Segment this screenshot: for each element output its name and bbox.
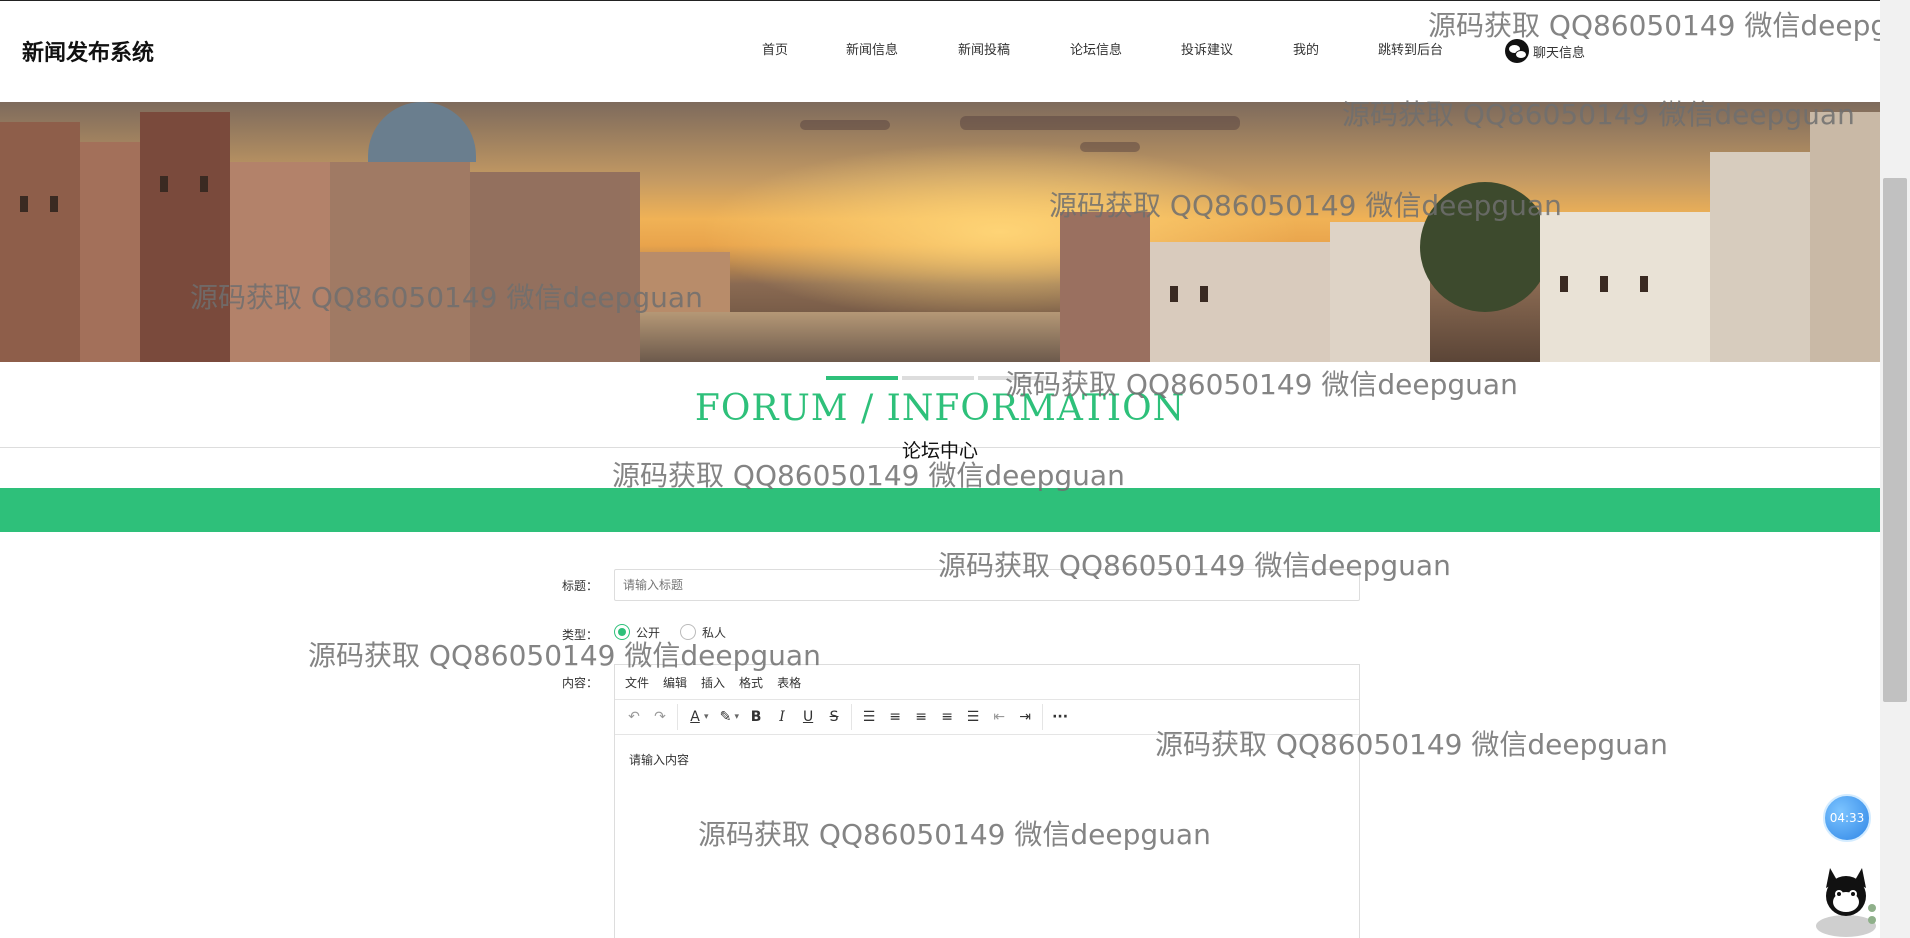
page: 新闻发布系统 首页 新闻信息 新闻投稿 论坛信息 投诉建议 我的 跳转到后台 聊…: [0, 0, 1910, 938]
editor-menu-insert[interactable]: 插入: [701, 674, 725, 691]
page-scrollbar[interactable]: [1880, 0, 1910, 938]
scrollbar-thumb[interactable]: [1883, 178, 1907, 702]
bold-icon[interactable]: B: [743, 704, 769, 730]
watermark: 源码获取 QQ86050149 微信deepguan: [1428, 9, 1910, 42]
editor-menu-format[interactable]: 格式: [739, 674, 763, 691]
nav-item-forum[interactable]: 论坛信息: [1070, 39, 1122, 58]
watermark: 源码获取 QQ86050149 微信deepguan: [1049, 189, 1562, 222]
redo-icon[interactable]: ↷: [647, 704, 673, 730]
watermark: 源码获取 QQ86050149 微信deepguan: [1342, 98, 1855, 131]
indent-icon[interactable]: ⇥: [1012, 704, 1038, 730]
content-label: 内容：: [562, 676, 599, 690]
align-left-icon[interactable]: ≡: [882, 704, 908, 730]
banner-dot-2[interactable]: [902, 376, 974, 380]
watermark: 源码获取 QQ86050149 微信deepguan: [308, 639, 821, 672]
undo-icon[interactable]: ↶: [621, 704, 647, 730]
outdent-icon[interactable]: ⇤: [986, 704, 1012, 730]
line-height-icon[interactable]: ☰: [856, 704, 882, 730]
nav-item-mine[interactable]: 我的: [1293, 39, 1319, 58]
section-title-en: FORUM / INFORMATION: [694, 388, 1186, 429]
banner-image: [0, 102, 1880, 362]
align-center-icon[interactable]: ≡: [908, 704, 934, 730]
banner-dot-1[interactable]: [826, 376, 898, 380]
watermark: 源码获取 QQ86050149 微信deepguan: [1005, 368, 1518, 401]
green-banner-bar: [0, 488, 1880, 532]
watermark: 源码获取 QQ86050149 微信deepguan: [190, 281, 703, 314]
editor-menu-file[interactable]: 文件: [625, 674, 649, 691]
timer-badge: 04:33: [1823, 794, 1871, 842]
chevron-down-icon[interactable]: ▾: [735, 712, 740, 722]
editor-menu-edit[interactable]: 编辑: [663, 674, 687, 691]
watermark: 源码获取 QQ86050149 微信deepguan: [1155, 728, 1668, 761]
cat-mascot-icon[interactable]: [1812, 858, 1880, 938]
more-icon[interactable]: ···: [1047, 704, 1073, 730]
align-justify-icon[interactable]: ☰: [960, 704, 986, 730]
editor-menu-table[interactable]: 表格: [777, 674, 801, 691]
watermark: 源码获取 QQ86050149 微信deepguan: [938, 549, 1451, 582]
chevron-down-icon[interactable]: ▾: [704, 712, 709, 722]
strikethrough-icon[interactable]: S: [821, 704, 847, 730]
title-label: 标题：: [562, 579, 599, 593]
nav-item-submit-news[interactable]: 新闻投稿: [958, 39, 1010, 58]
rich-text-editor: 文件 编辑 插入 格式 表格 ↶ ↷ A ▾ ✎ ▾ B I U S ☰ ≡ ≡…: [614, 664, 1360, 938]
align-right-icon[interactable]: ≡: [934, 704, 960, 730]
italic-icon[interactable]: I: [769, 704, 795, 730]
watermark: 源码获取 QQ86050149 微信deepguan: [698, 818, 1211, 851]
watermark: 源码获取 QQ86050149 微信deepguan: [612, 459, 1125, 492]
nav-item-news[interactable]: 新闻信息: [846, 39, 898, 58]
nav-item-complaints[interactable]: 投诉建议: [1181, 39, 1233, 58]
underline-icon[interactable]: U: [795, 704, 821, 730]
chat-label: 聊天信息: [1533, 45, 1586, 61]
nav-item-home[interactable]: 首页: [762, 39, 788, 58]
